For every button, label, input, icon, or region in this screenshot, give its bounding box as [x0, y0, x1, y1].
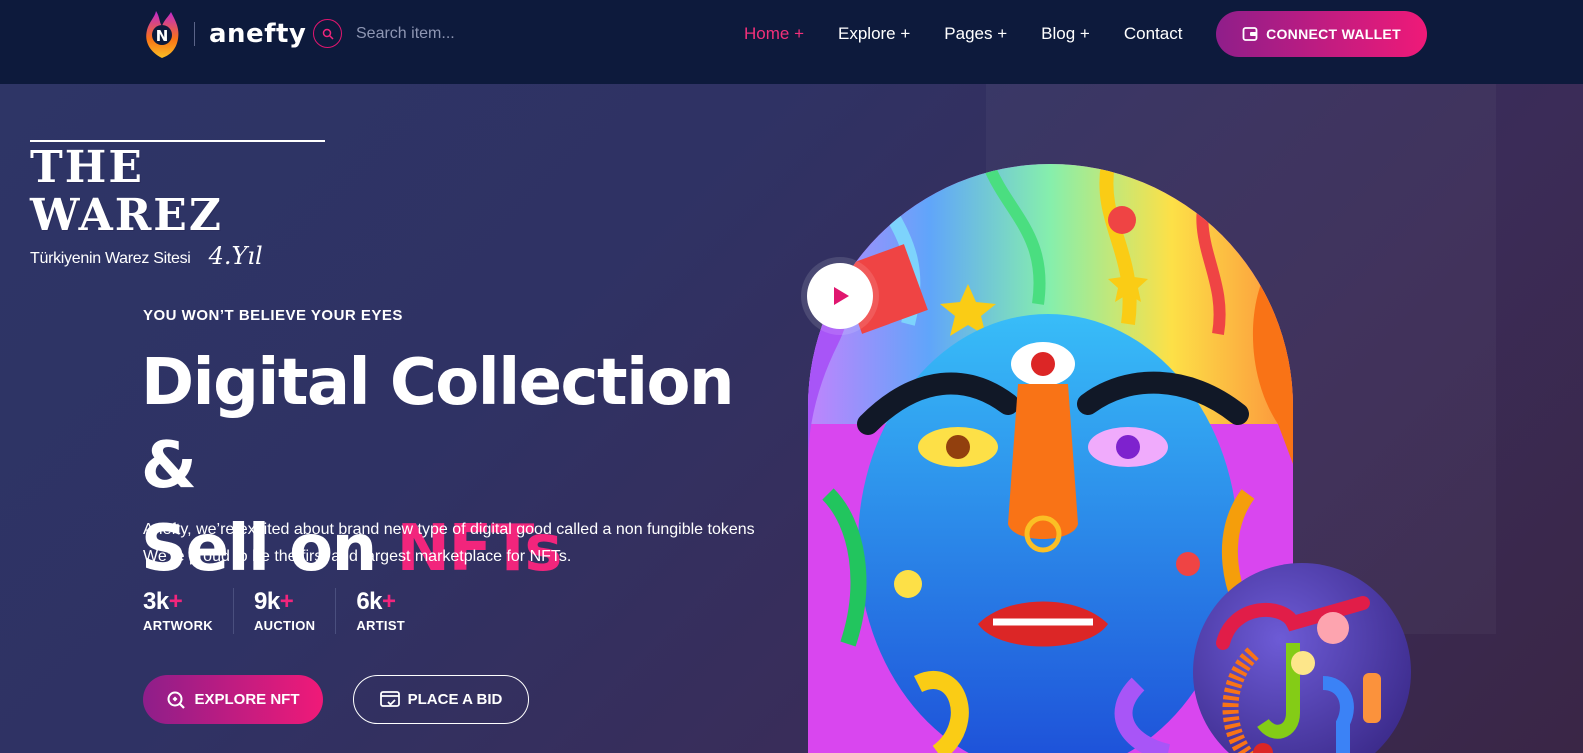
top-navigation-bar: N anefty Home + Explore + Pages + Blog +…: [0, 0, 1583, 84]
description-line-2: We’re proud to be the first and largest …: [143, 548, 572, 565]
search-button[interactable]: [313, 19, 342, 48]
description-line-1: Anefty, we’re excited about brand new ty…: [143, 521, 755, 538]
headline-line-1: Digital Collection &: [141, 346, 735, 503]
nav-pages[interactable]: Pages +: [944, 24, 1007, 44]
nav-explore[interactable]: Explore +: [838, 24, 910, 44]
stat-number: 9k: [253, 588, 280, 615]
stat-label: ARTWORK: [143, 618, 213, 633]
explore-nft-label: EXPLORE NFT: [194, 691, 300, 708]
logo-divider: [194, 22, 195, 46]
play-icon: [834, 287, 849, 305]
hero-stats: 3k+ ARTWORK 9k+ AUCTION 6k+ ARTIST: [143, 588, 445, 634]
card-check-icon: [379, 690, 400, 707]
connect-wallet-button[interactable]: CONNECT WALLET: [1216, 11, 1427, 57]
stat-number: 6k: [356, 588, 383, 615]
search-icon: [322, 28, 334, 40]
warez-subline: Türkiyenin Warez Sitesi 4.Yıl: [30, 244, 325, 268]
place-bid-button[interactable]: PLACE A BID: [353, 675, 529, 724]
play-video-button[interactable]: [807, 263, 873, 329]
place-bid-label: PLACE A BID: [407, 691, 503, 708]
search-nft-icon: [167, 691, 186, 709]
logo-wordmark: anefty: [209, 19, 307, 49]
warez-year: 4.Yıl: [208, 242, 263, 270]
search-input[interactable]: [356, 24, 556, 43]
stat-label: AUCTION: [253, 618, 316, 633]
nav-blog[interactable]: Blog +: [1041, 24, 1090, 44]
hero-description: Anefty, we’re excited about brand new ty…: [143, 516, 783, 570]
nav-contact[interactable]: Contact: [1124, 24, 1183, 44]
stat-plus: +: [168, 588, 183, 615]
warez-tagline: Türkiyenin Warez Sitesi: [30, 250, 191, 267]
site-logo[interactable]: N anefty: [142, 8, 306, 60]
stat-plus: +: [382, 588, 396, 615]
warez-overlay-logo: THE WAREZ Türkiyenin Warez Sitesi 4.Yıl: [30, 140, 325, 268]
explore-nft-button[interactable]: EXPLORE NFT: [143, 675, 323, 724]
main-nav: Home + Explore + Pages + Blog + Contact: [744, 24, 1182, 44]
stat-number: 3k: [143, 588, 169, 615]
search-bar: [313, 19, 556, 48]
stat-artist: 6k+ ARTIST: [356, 588, 425, 634]
svg-text:N: N: [156, 27, 169, 45]
nav-home[interactable]: Home +: [744, 24, 804, 44]
wallet-icon: [1242, 27, 1258, 41]
stat-auction: 9k+ AUCTION: [253, 588, 337, 634]
connect-wallet-label: CONNECT WALLET: [1266, 26, 1401, 42]
hero-eyebrow: YOU WON’T BELIEVE YOUR EYES: [143, 307, 403, 324]
stat-artwork: 3k+ ARTWORK: [143, 588, 234, 634]
flame-logo-icon: N: [142, 8, 182, 60]
warez-title: THE WAREZ: [30, 140, 325, 240]
stat-plus: +: [279, 588, 294, 615]
stat-label: ARTIST: [356, 618, 406, 633]
